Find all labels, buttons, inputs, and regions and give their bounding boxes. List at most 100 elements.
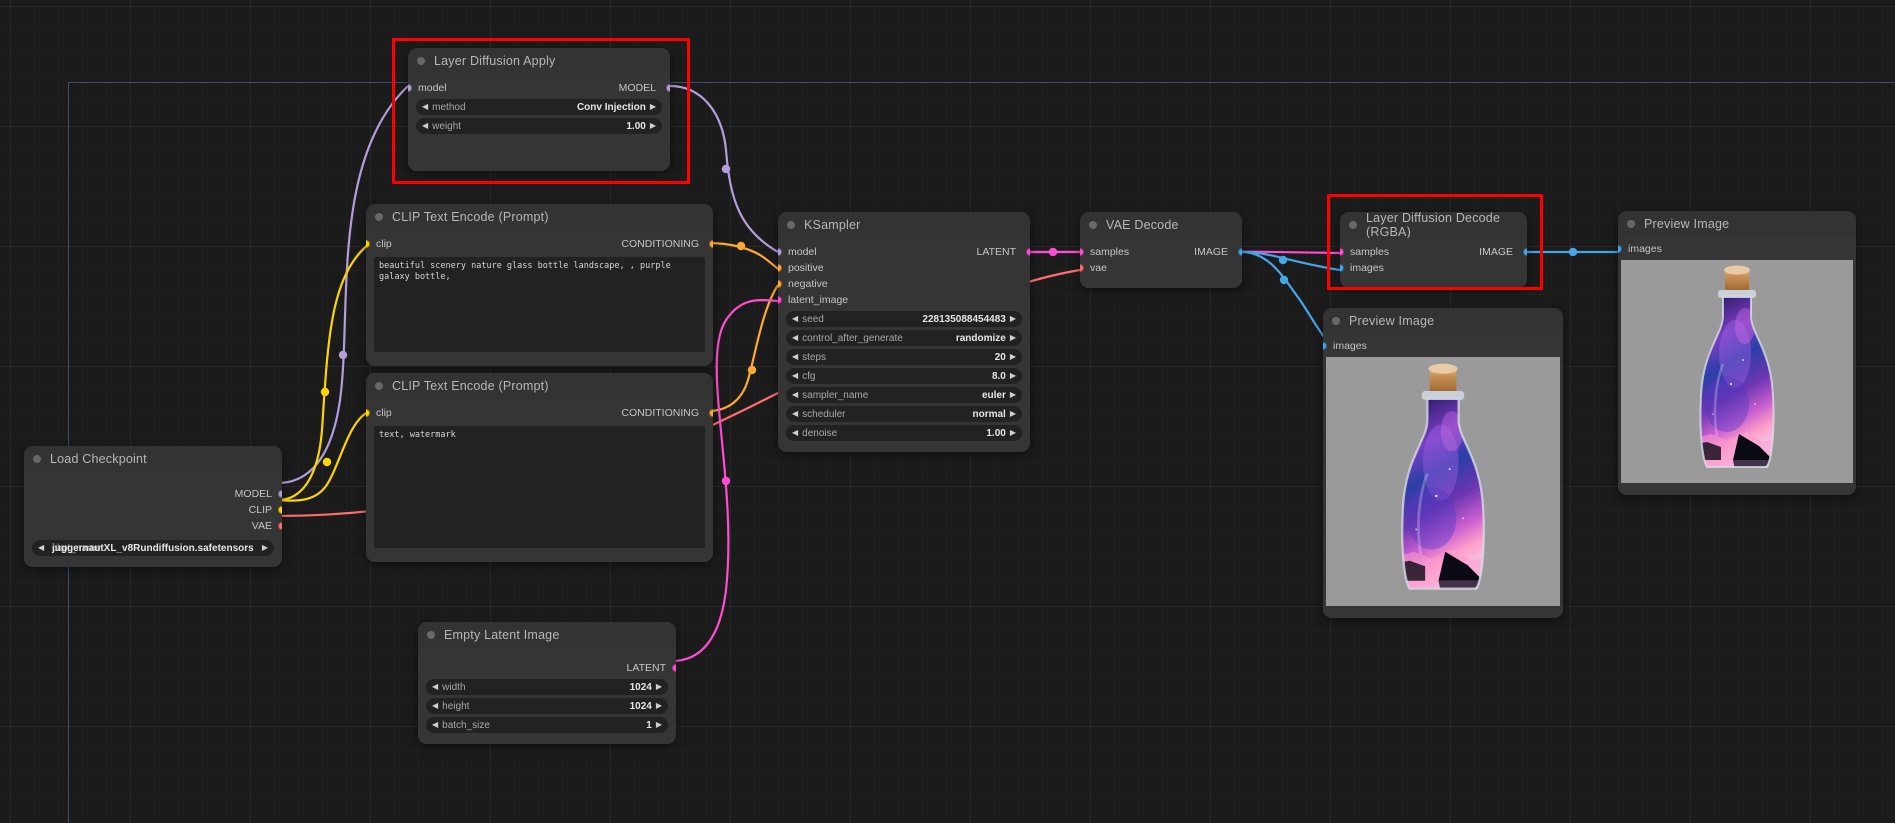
widget-ckpt-name[interactable]: ◀ ckpt_name juggernautXL_v8Rundiffusion.… — [32, 540, 274, 556]
slot-dot-icon[interactable] — [1340, 248, 1344, 256]
slot-dot-icon[interactable] — [778, 280, 782, 288]
widget-cfg[interactable]: ◀cfg 8.0▶ — [786, 368, 1022, 384]
node-clip-text-encode-negative[interactable]: CLIP Text Encode (Prompt) clip CONDITION… — [366, 373, 713, 562]
node-layer-diffusion-decode-rgba[interactable]: Layer Diffusion Decode (RGBA) samples IM… — [1340, 212, 1527, 288]
node-title-bar[interactable]: Preview Image — [1323, 308, 1563, 334]
decrement-arrow-icon[interactable]: ◀ — [432, 702, 438, 710]
node-preview-image-right[interactable]: Preview Image images — [1618, 211, 1856, 495]
widget-control-after-generate[interactable]: ◀control_after_generate randomize▶ — [786, 330, 1022, 346]
widget-seed[interactable]: ◀seed 228135088454483▶ — [786, 311, 1022, 327]
increment-arrow-icon[interactable]: ▶ — [1010, 391, 1016, 399]
input-slot-images[interactable]: images — [1618, 241, 1856, 257]
increment-arrow-icon[interactable]: ▶ — [1010, 353, 1016, 361]
collapse-dot-icon[interactable] — [33, 455, 41, 463]
widget-method[interactable]: ◀method Conv Injection▶ — [416, 99, 662, 115]
output-slot-model[interactable]: MODEL — [24, 486, 282, 502]
node-layer-diffusion-apply[interactable]: Layer Diffusion Apply model MODEL ◀metho… — [408, 48, 670, 171]
node-preview-image-middle[interactable]: Preview Image images — [1323, 308, 1563, 618]
slot-dot-icon[interactable] — [778, 264, 782, 272]
widget-denoise[interactable]: ◀denoise 1.00▶ — [786, 425, 1022, 441]
collapse-dot-icon[interactable] — [787, 221, 795, 229]
slot-dot-icon[interactable] — [1026, 248, 1030, 256]
node-title-bar[interactable]: Preview Image — [1618, 211, 1856, 237]
output-slot-clip[interactable]: CLIP — [24, 502, 282, 518]
increment-arrow-icon[interactable]: ▶ — [650, 122, 656, 130]
slot-dot-icon[interactable] — [778, 248, 782, 256]
decrement-arrow-icon[interactable]: ◀ — [38, 544, 44, 552]
input-slot-model[interactable]: model LATENT — [778, 244, 1030, 260]
input-slot-images[interactable]: images — [1323, 338, 1563, 354]
slot-dot-icon[interactable] — [1080, 264, 1084, 272]
decrement-arrow-icon[interactable]: ◀ — [792, 334, 798, 342]
decrement-arrow-icon[interactable]: ◀ — [792, 315, 798, 323]
input-slot-clip[interactable]: clip CONDITIONING — [366, 405, 713, 421]
image-preview-panel[interactable] — [1326, 357, 1560, 606]
slot-dot-icon[interactable] — [778, 296, 782, 304]
widget-weight[interactable]: ◀weight 1.00▶ — [416, 118, 662, 134]
increment-arrow-icon[interactable]: ▶ — [1010, 410, 1016, 418]
output-slot-vae[interactable]: VAE — [24, 518, 282, 534]
collapse-dot-icon[interactable] — [375, 213, 383, 221]
node-ksampler[interactable]: KSampler model LATENT positive negative … — [778, 212, 1030, 452]
widget-scheduler[interactable]: ◀scheduler normal▶ — [786, 406, 1022, 422]
input-slot-clip[interactable]: clip CONDITIONING — [366, 236, 713, 252]
collapse-dot-icon[interactable] — [417, 57, 425, 65]
image-preview-panel[interactable] — [1621, 260, 1853, 483]
slot-dot-icon[interactable] — [1080, 248, 1084, 256]
node-title-bar[interactable]: CLIP Text Encode (Prompt) — [366, 373, 713, 399]
slot-dot-icon[interactable] — [366, 409, 370, 417]
decrement-arrow-icon[interactable]: ◀ — [432, 721, 438, 729]
node-title-bar[interactable]: Empty Latent Image — [418, 622, 676, 648]
increment-arrow-icon[interactable]: ▶ — [262, 544, 268, 552]
node-clip-text-encode-positive[interactable]: CLIP Text Encode (Prompt) clip CONDITION… — [366, 204, 713, 366]
input-slot-positive[interactable]: positive — [778, 260, 1030, 276]
decrement-arrow-icon[interactable]: ◀ — [792, 353, 798, 361]
widget-steps[interactable]: ◀steps 20▶ — [786, 349, 1022, 365]
input-slot-vae[interactable]: vae — [1080, 260, 1242, 276]
node-empty-latent-image[interactable]: Empty Latent Image LATENT ◀width 1024▶ ◀… — [418, 622, 676, 744]
input-slot-samples[interactable]: samples IMAGE — [1340, 244, 1527, 260]
collapse-dot-icon[interactable] — [1332, 317, 1340, 325]
decrement-arrow-icon[interactable]: ◀ — [422, 122, 428, 130]
increment-arrow-icon[interactable]: ▶ — [1010, 372, 1016, 380]
increment-arrow-icon[interactable]: ▶ — [650, 103, 656, 111]
increment-arrow-icon[interactable]: ▶ — [656, 702, 662, 710]
slot-dot-icon[interactable] — [709, 409, 713, 417]
node-title-bar[interactable]: Load Checkpoint — [24, 446, 282, 472]
slot-dot-icon[interactable] — [1618, 245, 1622, 253]
comfyui-canvas[interactable]: Layer Diffusion Apply model MODEL ◀metho… — [0, 0, 1895, 823]
slot-dot-icon[interactable] — [278, 506, 282, 514]
node-title-bar[interactable]: VAE Decode — [1080, 212, 1242, 238]
collapse-dot-icon[interactable] — [375, 382, 383, 390]
slot-dot-icon[interactable] — [709, 240, 713, 248]
input-slot-images[interactable]: images — [1340, 260, 1527, 276]
increment-arrow-icon[interactable]: ▶ — [656, 683, 662, 691]
input-slot-latent-image[interactable]: latent_image — [778, 292, 1030, 308]
increment-arrow-icon[interactable]: ▶ — [656, 721, 662, 729]
decrement-arrow-icon[interactable]: ◀ — [792, 391, 798, 399]
decrement-arrow-icon[interactable]: ◀ — [422, 103, 428, 111]
node-vae-decode[interactable]: VAE Decode samples IMAGE vae — [1080, 212, 1242, 288]
input-slot-samples[interactable]: samples IMAGE — [1080, 244, 1242, 260]
node-load-checkpoint[interactable]: Load Checkpoint MODEL CLIP VAE ◀ ckpt_na… — [24, 446, 282, 567]
collapse-dot-icon[interactable] — [1089, 221, 1097, 229]
widget-sampler-name[interactable]: ◀sampler_name euler▶ — [786, 387, 1022, 403]
slot-dot-icon[interactable] — [666, 84, 670, 92]
collapse-dot-icon[interactable] — [1627, 220, 1635, 228]
prompt-textarea[interactable]: beautiful scenery nature glass bottle la… — [374, 257, 705, 352]
slot-dot-icon[interactable] — [408, 84, 412, 92]
node-title-bar[interactable]: CLIP Text Encode (Prompt) — [366, 204, 713, 230]
slot-dot-icon[interactable] — [1340, 264, 1344, 272]
increment-arrow-icon[interactable]: ▶ — [1010, 429, 1016, 437]
decrement-arrow-icon[interactable]: ◀ — [792, 429, 798, 437]
increment-arrow-icon[interactable]: ▶ — [1010, 334, 1016, 342]
slot-dot-icon[interactable] — [1323, 342, 1327, 350]
node-title-bar[interactable]: Layer Diffusion Apply — [408, 48, 670, 74]
increment-arrow-icon[interactable]: ▶ — [1010, 315, 1016, 323]
widget-width[interactable]: ◀width 1024▶ — [426, 679, 668, 695]
node-title-bar[interactable]: Layer Diffusion Decode (RGBA) — [1340, 212, 1527, 238]
widget-batch-size[interactable]: ◀batch_size 1▶ — [426, 717, 668, 733]
input-slot-negative[interactable]: negative — [778, 276, 1030, 292]
prompt-textarea[interactable]: text, watermark — [374, 426, 705, 548]
slot-dot-icon[interactable] — [278, 490, 282, 498]
